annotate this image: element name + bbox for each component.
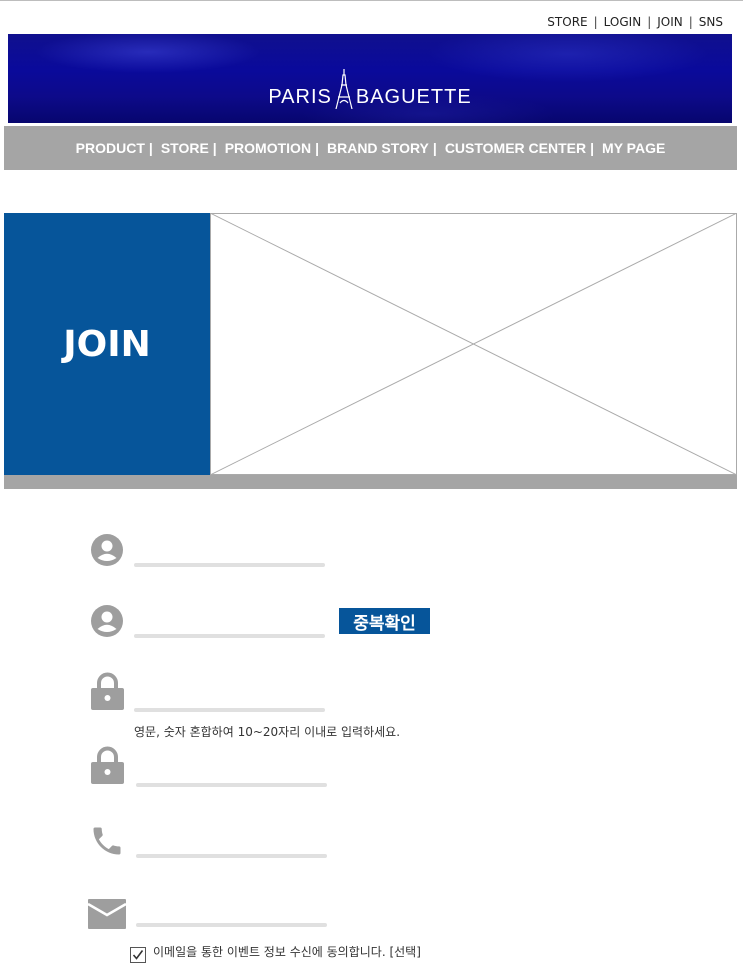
separator: | bbox=[590, 140, 595, 156]
logo-text-left: PARIS bbox=[268, 86, 332, 108]
name-input[interactable] bbox=[134, 563, 325, 567]
eiffel-tower-icon bbox=[335, 69, 353, 109]
separator: | bbox=[647, 15, 652, 29]
checkmark-icon bbox=[132, 950, 144, 960]
id-input[interactable] bbox=[134, 634, 325, 638]
nav-store[interactable]: STORE bbox=[161, 140, 209, 156]
user-icon bbox=[91, 605, 123, 637]
top-nav-login-link[interactable]: LOGIN bbox=[604, 15, 642, 29]
logo-text-right: BAGUETTE bbox=[355, 86, 472, 108]
password-hint: 영문, 숫자 혼합하여 10~20자리 이내로 입력하세요. bbox=[134, 725, 401, 739]
hero-divider bbox=[4, 475, 737, 489]
phone-input[interactable] bbox=[136, 854, 327, 858]
top-nav-join-link[interactable]: JOIN bbox=[657, 15, 683, 29]
separator: | bbox=[148, 140, 153, 156]
separator: | bbox=[315, 140, 319, 156]
password-input[interactable] bbox=[134, 708, 325, 712]
email-agree-checkbox[interactable] bbox=[130, 947, 146, 963]
brand-logo[interactable]: PARIS BAGUETTE bbox=[8, 69, 732, 109]
nav-customer-center[interactable]: CUSTOMER CENTER bbox=[445, 140, 586, 156]
nav-promotion[interactable]: PROMOTION bbox=[225, 140, 311, 156]
nav-my-page[interactable]: MY PAGE bbox=[602, 140, 665, 156]
phone-icon bbox=[93, 827, 121, 855]
brand-banner: PARIS BAGUETTE bbox=[8, 34, 732, 123]
email-agree-label: 이메일을 통한 이벤트 정보 수신에 동의합니다. [선택] bbox=[153, 945, 421, 959]
lock-icon bbox=[91, 672, 124, 710]
top-utility-nav: STORE | LOGIN | JOIN | SNS bbox=[547, 15, 723, 29]
top-nav-sns-link[interactable]: SNS bbox=[699, 15, 723, 29]
separator: | bbox=[688, 15, 693, 29]
image-placeholder bbox=[210, 213, 737, 475]
hero-title-panel: JOIN bbox=[4, 213, 210, 475]
separator: | bbox=[212, 140, 217, 156]
lock-icon bbox=[91, 746, 124, 784]
main-nav: PRODUCT | STORE | PROMOTION | BRAND STORY | … bbox=[4, 126, 737, 170]
email-input[interactable] bbox=[136, 923, 327, 927]
user-icon bbox=[91, 534, 123, 566]
nav-brand-story[interactable]: BRAND STORY bbox=[327, 140, 429, 156]
mail-icon bbox=[88, 899, 126, 929]
page-title: JOIN bbox=[63, 323, 151, 365]
separator: | bbox=[593, 15, 598, 29]
duplicate-check-button[interactable]: 중복확인 bbox=[339, 608, 430, 634]
nav-product[interactable]: PRODUCT bbox=[76, 140, 145, 156]
separator: | bbox=[432, 140, 437, 156]
top-nav-store-link[interactable]: STORE bbox=[547, 15, 587, 29]
password-confirm-input[interactable] bbox=[136, 783, 327, 787]
